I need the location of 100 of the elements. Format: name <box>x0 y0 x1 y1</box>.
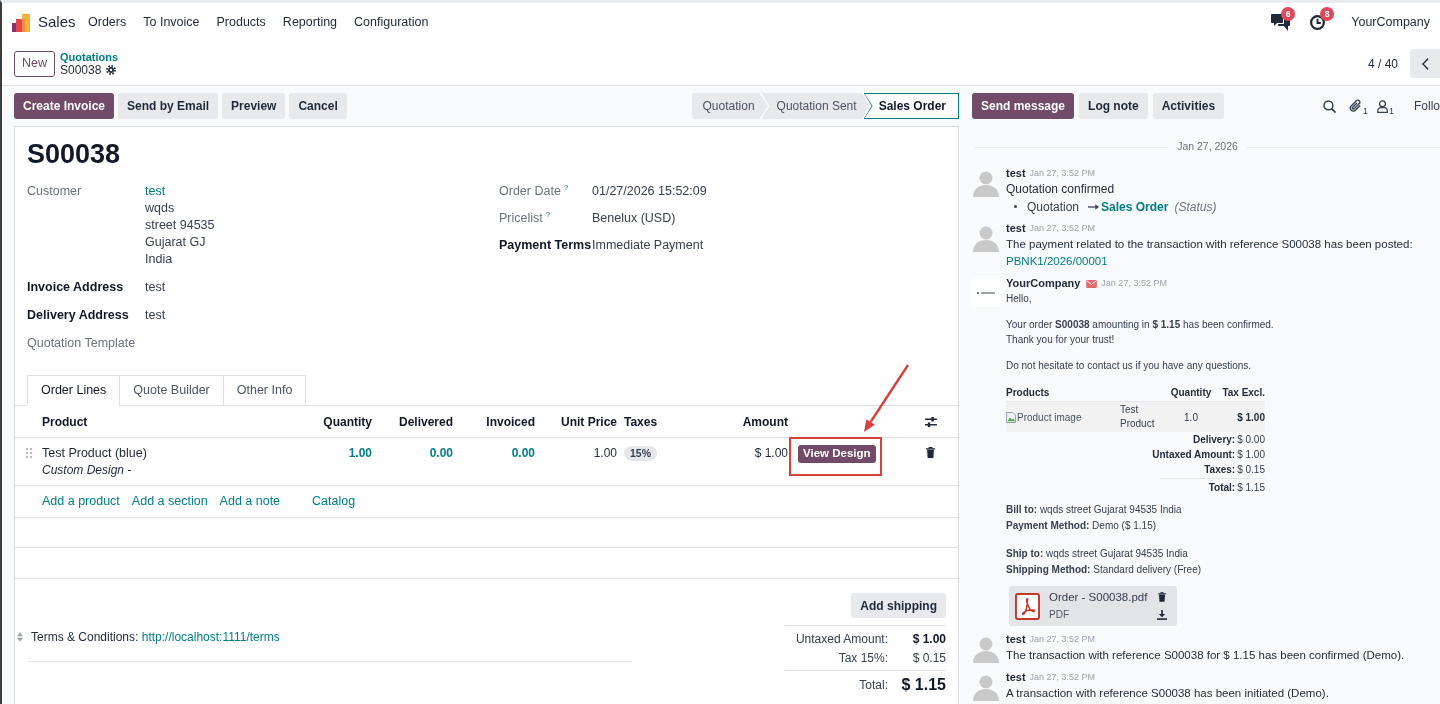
add-line-link[interactable]: Add a note <box>219 492 281 511</box>
sort-handle-icon[interactable] <box>17 631 23 642</box>
trash-icon[interactable] <box>926 447 935 458</box>
email-text: Your order S00038 amounting in $ 1.15 has been confirmed. <box>1006 318 1274 332</box>
download-icon[interactable] <box>1157 610 1167 620</box>
address-detail: Payment Method: Demo ($ 1.15) <box>1006 519 1158 533</box>
attachment-name: Order - S00038.pdf <box>1049 590 1149 605</box>
drag-handle-icon[interactable] <box>25 448 32 458</box>
message-date: Jan 27, 3:52 PM <box>1101 276 1167 290</box>
line-value: 1.00 <box>348 445 372 462</box>
notebook-tab[interactable]: Other Info <box>222 375 307 406</box>
email-product-name: Test Product <box>1120 403 1156 431</box>
follow-button[interactable]: Follo <box>1414 97 1440 115</box>
arrow-right-icon <box>1088 203 1100 210</box>
tracking-new-value: Sales Order <box>1101 198 1169 216</box>
field-value: test <box>145 279 166 296</box>
line-description: Custom Design - <box>42 462 133 479</box>
notification-badge: 8 <box>1320 6 1335 21</box>
attachment-card[interactable]: Order - S00038.pdf PDF <box>1009 586 1177 626</box>
tax-tag: 15% <box>624 446 657 461</box>
email-text: Do not hesitate to contact us if you have any questions. <box>1006 359 1253 373</box>
search-icon[interactable] <box>1322 99 1336 113</box>
status-step[interactable]: Quotation <box>691 93 768 119</box>
action-button[interactable]: Cancel <box>289 93 347 119</box>
chatter-button[interactable]: Log note <box>1079 93 1148 119</box>
chevron-left-icon <box>1421 57 1429 70</box>
summary-label: Taxes: <box>1204 463 1236 477</box>
field-label: Quotation Template <box>27 335 136 352</box>
message-author[interactable]: test <box>1006 631 1026 648</box>
gear-icon[interactable] <box>106 65 117 75</box>
notebook-tab[interactable]: Quote Builder <box>119 375 224 406</box>
add-shipping-button[interactable]: Add shipping <box>851 593 946 618</box>
summary-label: Untaxed Amount: <box>1152 448 1236 462</box>
sliders-icon[interactable] <box>924 416 937 427</box>
field-link[interactable]: test <box>145 183 215 200</box>
status-step[interactable]: Sales Order <box>863 93 959 119</box>
menu-item[interactable]: Products <box>208 13 275 32</box>
total-label: Tax 15%: <box>837 649 888 667</box>
field-label: Payment Terms <box>499 237 592 254</box>
field-value: Benelux (USD) <box>592 210 676 227</box>
notebook-tab[interactable]: Order Lines <box>27 375 121 406</box>
paperclip-icon[interactable] <box>1348 99 1362 113</box>
total-value: $ 0.15 <box>911 649 946 667</box>
add-line-link[interactable]: Catalog <box>312 492 356 511</box>
user-icon[interactable] <box>1376 99 1388 113</box>
chatter-button[interactable]: Send message <box>972 93 1075 119</box>
address-line: street 94535 <box>145 217 215 234</box>
app-name[interactable]: Sales <box>38 11 76 34</box>
annotation-arrow <box>862 363 911 434</box>
column-header[interactable]: Amount <box>742 412 788 431</box>
status-step[interactable]: Quotation Sent <box>761 93 870 119</box>
message-author[interactable]: test <box>1006 220 1026 237</box>
column-header[interactable]: Product <box>42 412 88 431</box>
new-button[interactable]: New <box>14 50 55 77</box>
email-quantity: 1.0 <box>1184 410 1198 425</box>
record-title: S00038 <box>27 138 122 171</box>
terms-link[interactable]: http://localhost:1111/terms <box>141 629 280 644</box>
column-header[interactable]: Taxes <box>624 412 658 431</box>
breadcrumb-link[interactable]: Quotations <box>60 50 119 64</box>
message-author[interactable]: test <box>1006 669 1026 686</box>
record-link[interactable]: PBNK1/2026/00001 <box>1006 253 1413 270</box>
field-label: Order Date <box>499 183 561 200</box>
address-line: wqds <box>145 200 176 217</box>
message-body: A transaction with reference S00038 has been initiated (Demo). <box>1006 686 1329 701</box>
email-column-header: Tax Excl. <box>1222 386 1265 400</box>
field-value: 01/27/2026 15:52:09 <box>592 183 707 200</box>
line-value: 1.00 <box>593 445 617 462</box>
chatter-button[interactable]: Activities <box>1152 93 1225 119</box>
menu-item[interactable]: Orders <box>79 13 135 32</box>
message-author[interactable]: YourCompany <box>1006 275 1081 292</box>
help-marker[interactable]: ? <box>563 184 569 192</box>
address-line: Gujarat GJ <box>145 234 207 251</box>
pdf-file-icon <box>1015 592 1040 620</box>
previous-button[interactable] <box>1410 49 1440 78</box>
menu-item[interactable]: Configuration <box>345 13 437 32</box>
action-button[interactable]: Send by Email <box>118 93 219 119</box>
image-alt-text: Product image <box>1017 410 1082 425</box>
help-marker[interactable]: ? <box>545 211 551 219</box>
message-author[interactable]: test <box>1006 165 1026 182</box>
attachment-type: PDF <box>1049 608 1070 622</box>
add-line-link[interactable]: Add a section <box>131 492 208 511</box>
app-logo-icon[interactable] <box>12 13 30 32</box>
menu-item[interactable]: Reporting <box>274 13 346 32</box>
total-value: $ 1.00 <box>911 630 946 648</box>
email-amount: $ 1.00 <box>1237 410 1265 425</box>
column-header[interactable]: Delivered <box>398 412 453 431</box>
action-button[interactable]: Preview <box>222 93 286 119</box>
column-header[interactable]: Unit Price <box>561 412 617 431</box>
company-switcher[interactable]: YourCompany <box>1351 13 1430 32</box>
view-design-button[interactable]: View Design <box>798 445 876 463</box>
add-line-link[interactable]: Add a product <box>42 492 120 511</box>
trash-icon[interactable] <box>1158 592 1166 602</box>
pager-value[interactable]: 4 / 40 <box>1367 54 1398 73</box>
action-button[interactable]: Create Invoice <box>14 93 115 119</box>
summary-label: Total: <box>1208 481 1236 495</box>
column-header[interactable]: Invoiced <box>486 412 535 431</box>
menu-item[interactable]: To Invoice <box>134 13 208 32</box>
clock-icon[interactable] <box>1310 15 1326 30</box>
attachment-count: 1 <box>1362 105 1368 116</box>
column-header[interactable]: Quantity <box>323 412 372 431</box>
